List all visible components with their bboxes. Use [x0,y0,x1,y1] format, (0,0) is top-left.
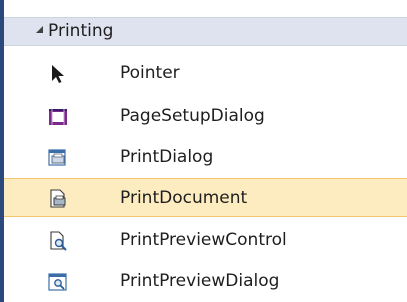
print-preview-control-icon [50,231,67,251]
toolbox-item-printdocument[interactable]: PrintDocument [4,178,407,217]
group-header-label: Printing [48,21,114,41]
pointer-arrow-icon [52,65,64,83]
toolbox-item-label: PrintDocument [120,188,248,208]
toolbox-item-pointer[interactable]: Pointer [4,54,407,93]
toolbox-item-label: PrintDialog [120,147,214,167]
toolbox-item-label: PrintPreviewDialog [120,271,280,291]
toolbox-item-label: PrintPreviewControl [120,230,287,250]
toolbox-item-label: PageSetupDialog [120,106,265,126]
toolbox-item-printpreviewdialog[interactable]: PrintPreviewDialog [4,262,407,301]
print-preview-dialog-icon [48,273,67,291]
toolbox-panel: Printing Pointer PageSetupDialog PrintDi… [4,0,407,302]
expand-triangle-icon[interactable] [36,26,43,33]
toolbox-item-printdialog[interactable]: PrintDialog [4,138,407,177]
page-setup-dialog-icon [49,109,67,125]
print-dialog-icon [48,149,66,166]
toolbox-item-printpreviewcontrol[interactable]: PrintPreviewControl [4,221,407,260]
print-document-icon [50,189,66,208]
toolbox-item-label: Pointer [120,63,180,83]
group-header-printing[interactable]: Printing [4,17,407,46]
toolbox-item-pagesetupdialog[interactable]: PageSetupDialog [4,97,407,136]
